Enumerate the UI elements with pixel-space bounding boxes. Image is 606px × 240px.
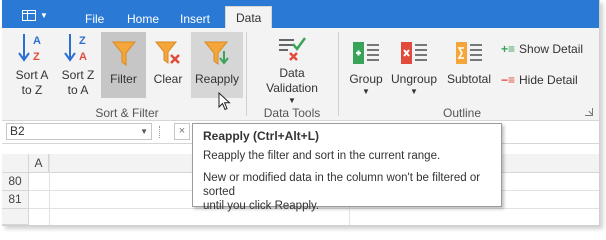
row-header-80[interactable]: 80 (2, 173, 29, 191)
grid-line (49, 154, 50, 225)
chevron-down-icon: ▼ (288, 96, 296, 105)
tab-insert[interactable]: Insert (180, 11, 210, 28)
sort-a-to-z-button[interactable]: A Z Sort A to Z (10, 32, 54, 98)
chevron-down-icon[interactable]: ▼ (140, 124, 148, 139)
svg-text:A: A (79, 51, 87, 63)
funnel-icon (111, 32, 137, 68)
group-separator (246, 32, 247, 116)
ungroup-rows-icon (399, 32, 429, 68)
subtotal-icon (454, 32, 484, 68)
data-validation-icon (276, 32, 308, 62)
plus-icon: +≡ (501, 42, 516, 56)
minus-icon: −≡ (501, 73, 516, 87)
column-header-a[interactable]: A (29, 154, 49, 173)
ungroup-button[interactable]: Ungroup ▼ (391, 32, 437, 98)
tooltip-title: Reapply (Ctrl+Alt+L) (203, 129, 320, 143)
group-label: Group (349, 72, 383, 86)
data-validation-button[interactable]: Data Validation ▼ (252, 32, 332, 105)
sort-z-to-a-button[interactable]: Z A Sort Z to A (56, 32, 100, 98)
sort-a-to-z-label-2: to Z (21, 83, 43, 97)
chevron-down-icon: ▼ (40, 10, 48, 20)
cancel-button[interactable]: × (174, 123, 190, 140)
tooltip-note-line-1: New or modified data in the column won't… (203, 172, 481, 198)
subtotal-button[interactable]: Subtotal (443, 32, 495, 98)
select-all-corner[interactable] (2, 154, 29, 173)
dialog-launcher-icon[interactable] (585, 108, 593, 116)
funnel-clear-icon (154, 32, 182, 68)
show-detail-button[interactable]: +≡ Show Detail (501, 42, 583, 56)
filter-button[interactable]: Filter (101, 32, 146, 98)
sort-descending-icon: Z A (63, 32, 93, 64)
sort-z-to-a-label-1: Sort Z (61, 68, 95, 82)
tab-home[interactable]: Home (127, 11, 159, 28)
reapply-label: Reapply (194, 72, 240, 86)
funnel-reapply-icon (202, 32, 232, 68)
ribbon-tab-bar: ▼ File Home Insert Data (2, 0, 599, 29)
formula-bar-splitter[interactable] (159, 126, 161, 138)
chevron-down-icon: ▼ (362, 87, 370, 96)
sort-filter-group-label: Sort & Filter (95, 106, 159, 120)
group-rows-icon (351, 32, 381, 68)
group-separator (338, 32, 339, 116)
svg-text:Z: Z (33, 51, 40, 63)
reapply-tooltip: Reapply (Ctrl+Alt+L) Reapply the filter … (192, 123, 502, 212)
sort-a-to-z-label-1: Sort A (15, 68, 49, 82)
tooltip-description: Reapply the filter and sort in the curre… (203, 150, 441, 162)
row-header[interactable] (2, 209, 29, 225)
sort-z-to-a-label-2: to A (67, 83, 89, 97)
subtotal-label: Subtotal (446, 72, 492, 86)
hide-detail-button[interactable]: −≡ Hide Detail (501, 73, 578, 87)
ribbon: A Z Sort A to Z Z A Sort Z to A Filter C… (2, 28, 599, 121)
filter-label: Filter (110, 72, 137, 86)
tab-data[interactable]: Data (225, 6, 273, 29)
spreadsheet-window: ▼ File Home Insert Data A Z Sort A to Z (2, 0, 600, 226)
name-box[interactable]: B2 ▼ (6, 123, 152, 140)
mouse-pointer-icon (218, 91, 231, 114)
tab-file[interactable]: File (85, 11, 104, 28)
sort-ascending-icon: A Z (17, 32, 47, 64)
outline-group-label: Outline (442, 106, 482, 120)
data-tools-group-label: Data Tools (263, 106, 321, 120)
spreadsheet-icon (22, 9, 37, 21)
clear-label: Clear (153, 72, 183, 86)
svg-text:A: A (33, 35, 41, 47)
row-header-81[interactable]: 81 (2, 191, 29, 209)
show-detail-label: Show Detail (519, 42, 584, 56)
ungroup-label: Ungroup (390, 72, 438, 86)
data-validation-label: Data Validation (266, 66, 318, 95)
svg-text:Z: Z (79, 35, 86, 47)
reapply-button[interactable]: Reapply (191, 32, 243, 98)
clear-filter-button[interactable]: Clear (147, 32, 189, 98)
app-menu-button[interactable]: ▼ (9, 4, 61, 26)
chevron-down-icon: ▼ (410, 87, 418, 96)
tooltip-note-line-2: until you click Reapply. (203, 200, 320, 212)
group-button[interactable]: Group ▼ (345, 32, 387, 98)
name-box-value: B2 (10, 124, 25, 138)
hide-detail-label: Hide Detail (519, 73, 578, 87)
